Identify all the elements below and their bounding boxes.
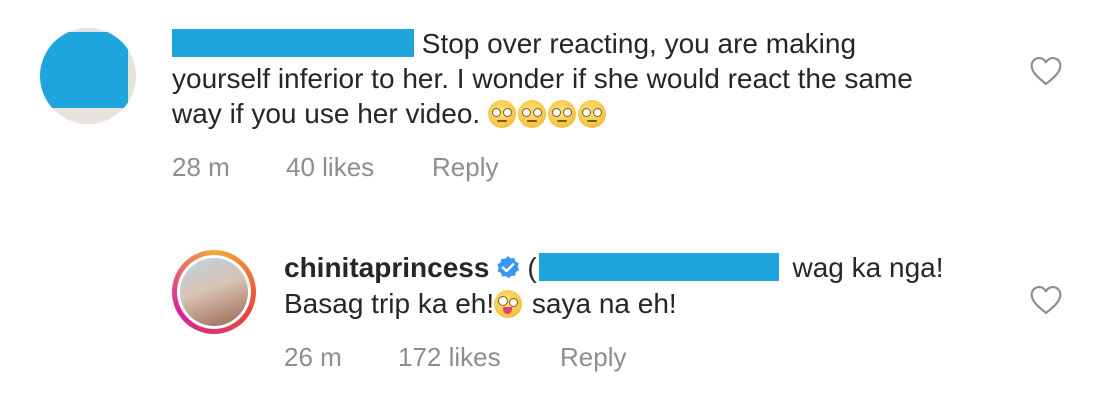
like-count[interactable]: 40 likes bbox=[286, 152, 374, 183]
redacted-mention bbox=[538, 253, 779, 281]
rolling-eyes-emoji-icon bbox=[577, 100, 606, 128]
profile-photo bbox=[180, 258, 248, 326]
verified-badge-icon bbox=[497, 256, 520, 279]
like-count[interactable]: 172 likes bbox=[398, 342, 501, 373]
comment-meta: 26 m 172 likes Reply bbox=[284, 342, 684, 374]
comment-time: 28 m bbox=[172, 152, 230, 182]
comment-line: Basag trip ka eh! bbox=[284, 288, 495, 319]
comment-line: saya na eh! bbox=[524, 288, 677, 319]
username[interactable]: chinitaprincess bbox=[284, 252, 489, 283]
comment-text: chinitaprincess ( wag ka nga! Basag trip… bbox=[284, 250, 1024, 322]
redaction-block bbox=[40, 32, 128, 108]
rolling-eyes-emoji-icon bbox=[517, 100, 546, 128]
comment-line: yourself inferior to her. I wonder if sh… bbox=[172, 63, 913, 94]
rolling-eyes-emoji-icon bbox=[547, 100, 576, 128]
reply-button[interactable]: Reply bbox=[432, 152, 498, 183]
comment-1: Stop over reacting, you are making yours… bbox=[0, 0, 1120, 200]
like-heart-icon[interactable] bbox=[1029, 56, 1063, 86]
avatar-story-ring[interactable] bbox=[172, 250, 256, 334]
zany-face-emoji-icon bbox=[494, 290, 523, 318]
comment-2: chinitaprincess ( wag ka nga! Basag trip… bbox=[0, 200, 1120, 413]
mention-prefix: ( bbox=[527, 252, 537, 283]
rolling-eyes-emoji-icon bbox=[487, 100, 516, 128]
like-heart-icon[interactable] bbox=[1029, 285, 1063, 315]
comment-line: way if you use her video. bbox=[172, 98, 481, 129]
avatar[interactable] bbox=[40, 28, 136, 124]
reply-button[interactable]: Reply bbox=[560, 342, 626, 373]
comment-time: 26 m bbox=[284, 342, 342, 372]
comment-meta: 28 m 40 likes Reply bbox=[172, 152, 572, 184]
comment-line: wag ka nga! bbox=[792, 252, 944, 283]
comment-text: Stop over reacting, you are making yours… bbox=[172, 26, 1012, 131]
comment-line: Stop over reacting, you are making bbox=[421, 28, 857, 59]
redacted-username bbox=[172, 29, 414, 57]
